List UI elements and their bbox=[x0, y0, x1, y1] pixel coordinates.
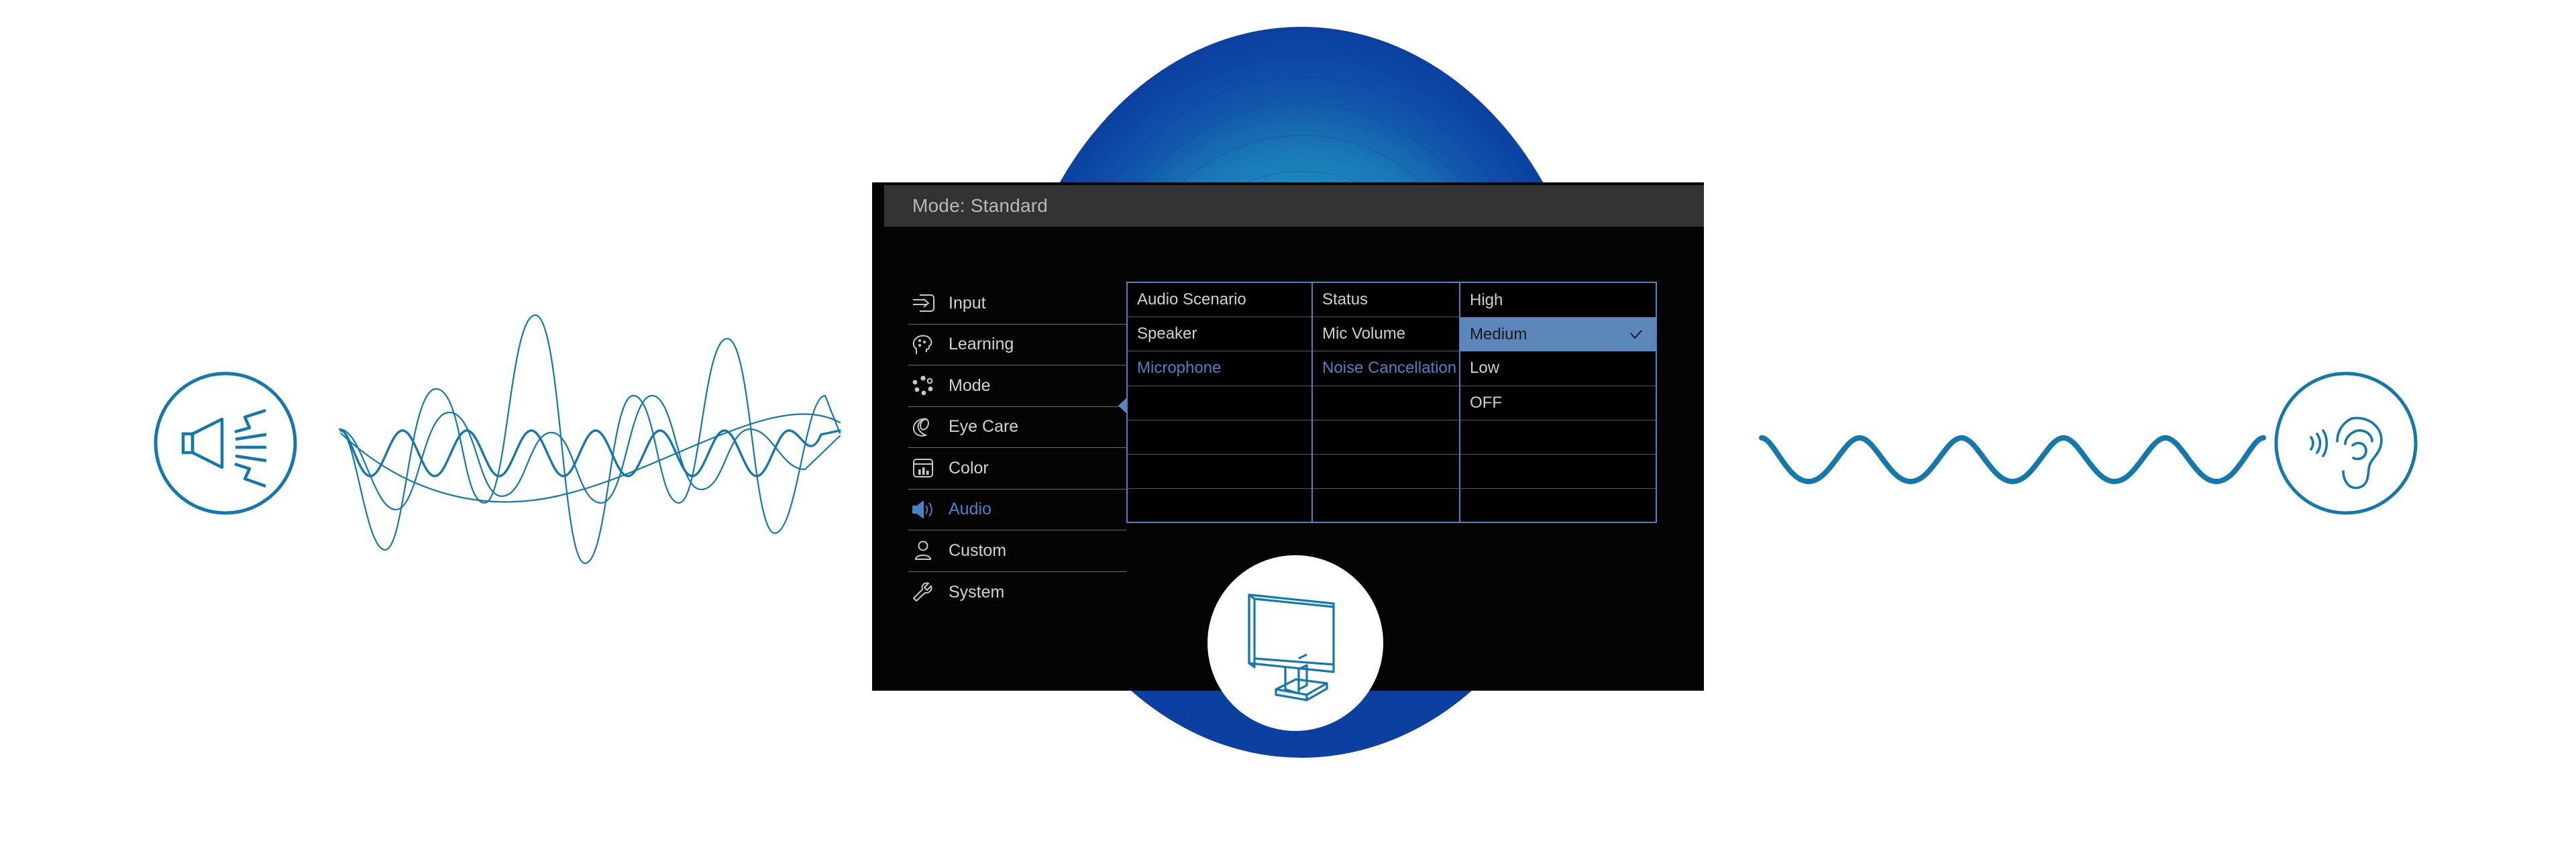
list-item[interactable]: OFF bbox=[1460, 386, 1656, 420]
cell-label: Speaker bbox=[1137, 325, 1197, 343]
list-item[interactable]: Low bbox=[1460, 351, 1656, 386]
noisy-audio-waveform bbox=[335, 302, 845, 577]
speaker-sound-icon bbox=[152, 370, 299, 516]
sidebar-item-mode[interactable]: Mode bbox=[908, 365, 1126, 407]
ear-listening-icon bbox=[2273, 370, 2419, 516]
sidebar-item-label: Audio bbox=[949, 500, 991, 519]
page-title: Mode: Standard bbox=[912, 195, 1049, 216]
sidebar-item-color[interactable]: Color bbox=[908, 448, 1126, 490]
list-item[interactable]: Audio Scenario bbox=[1128, 283, 1311, 318]
list-item-selected[interactable]: Medium bbox=[1460, 317, 1656, 352]
sidebar-item-label: Learning bbox=[949, 335, 1014, 354]
sidebar-item-label: Mode bbox=[949, 376, 991, 395]
list-item[interactable] bbox=[1460, 489, 1656, 523]
list-item[interactable]: Mic Volume bbox=[1313, 317, 1459, 352]
sidebar-item-custom[interactable]: Custom bbox=[908, 530, 1126, 572]
list-item[interactable]: Status bbox=[1313, 283, 1459, 318]
list-item[interactable]: High bbox=[1460, 283, 1656, 317]
sidebar-item-label: Eye Care bbox=[949, 417, 1019, 437]
eye-care-icon bbox=[908, 414, 938, 440]
color-bars-icon bbox=[908, 455, 938, 481]
sidebar-item-audio[interactable]: Audio bbox=[908, 490, 1126, 530]
list-item[interactable]: Speaker bbox=[1128, 317, 1311, 352]
check-icon bbox=[1629, 327, 1644, 342]
list-item[interactable] bbox=[1313, 420, 1459, 455]
list-item[interactable] bbox=[1313, 386, 1459, 420]
menu-column-audio-scenario: Audio Scenario Speaker Microphone bbox=[1126, 282, 1313, 523]
cell-label: Audio Scenario bbox=[1137, 290, 1246, 309]
sidebar-item-learning[interactable]: Learning bbox=[908, 325, 1126, 365]
head-learning-icon bbox=[908, 332, 938, 357]
input-arrow-icon bbox=[908, 290, 938, 316]
speaker-icon bbox=[908, 497, 938, 522]
list-item[interactable] bbox=[1128, 455, 1311, 490]
clean-audio-waveform bbox=[1758, 401, 2267, 502]
list-item[interactable] bbox=[1313, 455, 1459, 490]
cell-label: Status bbox=[1322, 290, 1368, 309]
cell-label: Low bbox=[1470, 359, 1500, 378]
wrench-icon bbox=[908, 579, 938, 605]
cell-label: Medium bbox=[1470, 325, 1527, 343]
sidebar-item-label: System bbox=[949, 582, 1005, 602]
list-item[interactable] bbox=[1128, 489, 1311, 523]
cell-label: Noise Cancellation bbox=[1322, 359, 1457, 378]
dots-circle-icon bbox=[908, 373, 938, 398]
sidebar-item-input[interactable]: Input bbox=[908, 283, 1126, 325]
monitor-badge bbox=[1208, 555, 1383, 731]
cell-label: Mic Volume bbox=[1322, 325, 1406, 343]
sidebar-item-eye-care[interactable]: Eye Care bbox=[908, 407, 1126, 448]
sidebar-item-system[interactable]: System bbox=[908, 572, 1126, 614]
list-item[interactable]: Noise Cancellation bbox=[1313, 351, 1459, 386]
menu-column-microphone: Status Mic Volume Noise Cancellation bbox=[1311, 282, 1460, 523]
cell-label: High bbox=[1470, 290, 1503, 309]
list-item[interactable] bbox=[1460, 420, 1656, 455]
list-item[interactable] bbox=[1128, 420, 1311, 455]
list-item[interactable]: Microphone bbox=[1128, 351, 1311, 386]
sidebar-item-label: Color bbox=[949, 458, 989, 477]
monitor-icon bbox=[1232, 578, 1359, 709]
list-item[interactable] bbox=[1313, 489, 1459, 523]
osd-sidebar: Input Learning Mode Eye Care Color Audio… bbox=[908, 283, 1126, 613]
cell-label: Microphone bbox=[1137, 359, 1222, 378]
user-icon bbox=[908, 538, 938, 563]
cell-label: OFF bbox=[1470, 393, 1502, 412]
sidebar-item-label: Input bbox=[949, 293, 986, 312]
sidebar-item-label: Custom bbox=[949, 540, 1007, 560]
osd-header-bar: Mode: Standard bbox=[884, 185, 1704, 227]
menu-column-noise-cancellation: High Medium Low OFF bbox=[1459, 282, 1657, 523]
list-item[interactable] bbox=[1460, 455, 1656, 490]
list-item[interactable] bbox=[1128, 386, 1311, 420]
